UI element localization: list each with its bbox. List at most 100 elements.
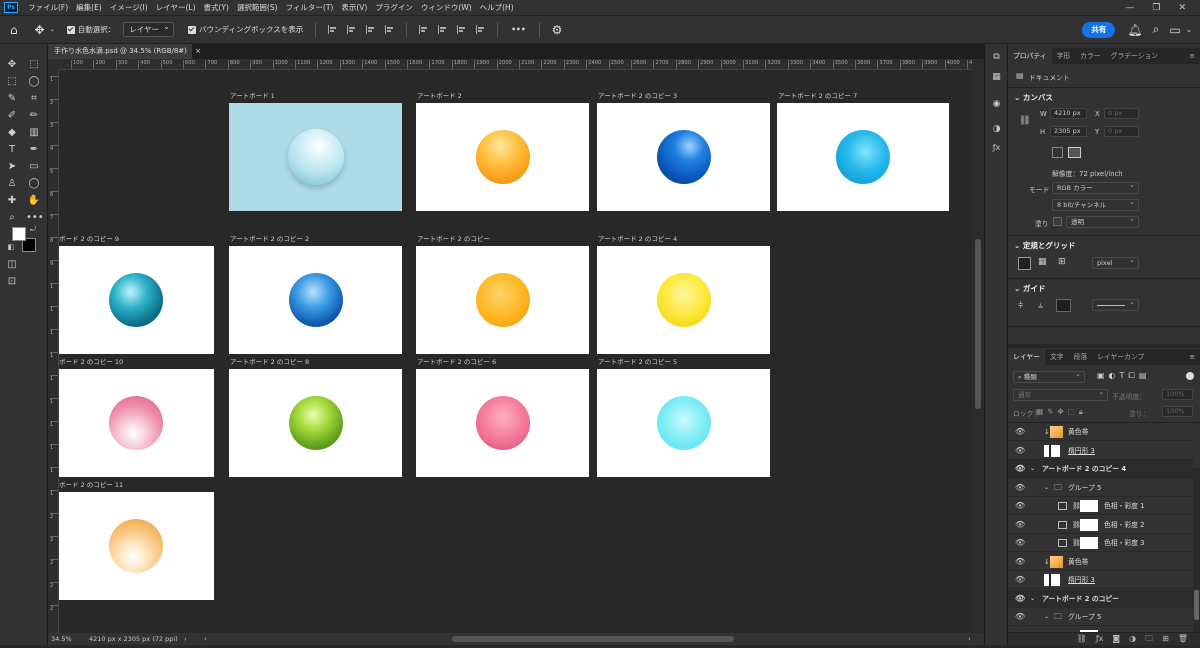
- rectangle-tool-icon[interactable]: ▭: [26, 160, 42, 174]
- scroll-left-icon[interactable]: ‹: [204, 633, 207, 645]
- status-menu-arrow-icon[interactable]: ›: [184, 633, 187, 645]
- ruler-toggle-icon[interactable]: [1018, 257, 1031, 270]
- move-tool-icon[interactable]: ✥: [4, 58, 20, 72]
- layer-row[interactable]: 👁︎ ⛓ 色相・彩度 3: [1008, 534, 1193, 552]
- artboard-label[interactable]: アートボード 2 のコピー 5: [598, 356, 677, 366]
- artboard[interactable]: [597, 246, 770, 354]
- menu-item-2[interactable]: イメージ(I): [106, 2, 152, 13]
- document-tab[interactable]: 手作り水色水滴.psd @ 34.5% (RGB/8#) ×: [48, 44, 201, 59]
- menu-item-5[interactable]: 選択範囲(S): [233, 2, 282, 13]
- default-colors-icon[interactable]: ◧: [6, 242, 16, 252]
- restore-button[interactable]: ❐: [1152, 3, 1160, 13]
- layers-panel-menu-icon[interactable]: ≡: [1184, 349, 1200, 365]
- artboard-label[interactable]: アートボード 2 のコピー 6: [417, 356, 496, 366]
- artboard[interactable]: [416, 246, 589, 354]
- tab-gradient[interactable]: グラデーション: [1106, 48, 1163, 64]
- visibility-eye-icon[interactable]: 👁︎: [1015, 516, 1025, 534]
- layer-mask-thumbnail[interactable]: [1080, 537, 1098, 549]
- tab-layer-comps[interactable]: レイヤーカンプ: [1092, 349, 1149, 365]
- artboard-label[interactable]: アートボード 2 のコピー 2: [230, 233, 309, 243]
- more-options-icon[interactable]: •••: [511, 25, 525, 34]
- link-icon[interactable]: ⛓: [1077, 633, 1087, 645]
- layer-filter-icons[interactable]: ▣◐T⧠▤: [1097, 371, 1150, 381]
- link-dimensions-icon[interactable]: ⛓: [1019, 116, 1030, 126]
- artboard-label[interactable]: ボード 2 のコピー 10: [59, 356, 123, 366]
- layer-row[interactable]: 👁︎ 楕円形 3: [1008, 571, 1193, 589]
- rulers-grids-section-title[interactable]: ⌄ 定規とグリッド: [1014, 240, 1075, 251]
- tab-color[interactable]: カラー: [1075, 48, 1105, 64]
- share-button[interactable]: 共有: [1082, 21, 1116, 38]
- visibility-eye-icon[interactable]: 👁︎: [1015, 423, 1025, 441]
- pen-tool-icon[interactable]: ✒: [26, 143, 42, 157]
- brush-tool-icon[interactable]: ✏: [26, 109, 42, 123]
- fx-styles-icon[interactable]: ƒx: [990, 143, 1003, 155]
- more-tools-icon[interactable]: •••: [26, 211, 44, 225]
- y-input[interactable]: 0 px: [1104, 126, 1139, 137]
- menu-item-3[interactable]: レイヤー(L): [152, 2, 200, 13]
- artboard-label[interactable]: ボード 2 のコピー 9: [59, 233, 119, 243]
- visibility-eye-icon[interactable]: 👁︎: [1015, 479, 1025, 497]
- menu-item-7[interactable]: 表示(V): [337, 2, 371, 13]
- menu-item-1[interactable]: 編集(E): [72, 2, 106, 13]
- artboard[interactable]: [597, 103, 770, 211]
- layer-row[interactable]: 👁︎ 楕円形 3: [1008, 442, 1193, 460]
- artboard[interactable]: [229, 369, 402, 477]
- bounding-box-checkbox[interactable]: [188, 25, 196, 34]
- artboard[interactable]: [229, 246, 402, 354]
- actions-icon[interactable]: ◉: [990, 99, 1003, 111]
- path-select-tool-icon[interactable]: ➤: [4, 160, 20, 174]
- expand-chevron-icon[interactable]: ⌄: [1044, 608, 1049, 626]
- mask-icon[interactable]: ◙: [1112, 633, 1120, 645]
- artboard-label[interactable]: アートボード 1: [230, 90, 275, 100]
- panel-menu-icon[interactable]: ≡: [1184, 48, 1200, 64]
- gradient-tool-icon[interactable]: ▥: [26, 126, 42, 140]
- tab-glyphs[interactable]: 字形: [1052, 48, 1076, 64]
- distribute-vertical-icon[interactable]: [476, 25, 485, 34]
- adjustments-icon[interactable]: ◑: [990, 124, 1003, 136]
- tab-paragraph[interactable]: 段落: [1069, 349, 1093, 365]
- fx-icon[interactable]: ƒx: [1096, 633, 1104, 645]
- auto-select-checkbox[interactable]: [66, 25, 75, 34]
- canvas-section-title[interactable]: ⌄ カンバス: [1014, 92, 1053, 103]
- artboard-label[interactable]: アートボード 2 のコピー: [417, 233, 490, 243]
- artboard-label[interactable]: アートボード 2 のコピー 4: [598, 233, 677, 243]
- layer-row[interactable]: 👁︎ ↓ 黄色帯: [1008, 423, 1193, 441]
- menu-item-4[interactable]: 書式(Y): [200, 2, 233, 13]
- visibility-eye-icon[interactable]: 👁︎: [1015, 497, 1025, 515]
- menu-item-0[interactable]: ファイル(F): [24, 2, 72, 13]
- workspace-icon[interactable]: ▭: [1169, 23, 1180, 37]
- zoom-tool-icon[interactable]: ⌕: [4, 211, 20, 225]
- artboard[interactable]: [597, 369, 770, 477]
- healing-tool-icon[interactable]: ✚: [4, 194, 20, 208]
- align-bottom-icon[interactable]: [457, 25, 466, 34]
- blend-mode-dropdown[interactable]: 通常: [1013, 387, 1108, 401]
- align-right-icon[interactable]: [366, 25, 375, 34]
- expand-chevron-icon[interactable]: ⌄: [1030, 590, 1035, 608]
- trash-icon[interactable]: 🗑︎: [1178, 633, 1188, 645]
- align-vcenter-icon[interactable]: [438, 25, 447, 34]
- artboard[interactable]: [777, 103, 949, 211]
- artboard-label[interactable]: アートボード 2 のコピー 8: [230, 356, 309, 366]
- tab-layers[interactable]: レイヤー: [1008, 349, 1045, 365]
- workspace-chevron-icon[interactable]: ⌄: [1186, 25, 1192, 34]
- notification-bell-icon[interactable]: 🔔︎: [1127, 23, 1142, 37]
- history-icon[interactable]: ⧉: [990, 52, 1003, 64]
- stamp-tool-icon[interactable]: ♙: [4, 177, 20, 191]
- visibility-eye-icon[interactable]: 👁︎: [1015, 442, 1025, 460]
- ruler-unit-dropdown[interactable]: pixel: [1092, 255, 1139, 269]
- menu-item-10[interactable]: ヘルプ(H): [476, 2, 518, 13]
- visibility-eye-icon[interactable]: 👁︎: [1015, 460, 1025, 478]
- close-window-button[interactable]: ✕: [1178, 3, 1186, 13]
- artboard-label[interactable]: アートボード 2 のコピー 3: [598, 90, 677, 100]
- guides-section-title[interactable]: ⌄ ガイド: [1014, 283, 1045, 294]
- visibility-eye-icon[interactable]: 👁︎: [1015, 553, 1025, 571]
- screen-mode-icon[interactable]: ⊡: [4, 275, 20, 289]
- artboard-label[interactable]: ボード 2 のコピー 11: [59, 479, 123, 489]
- layer-row[interactable]: 👁︎ ⌄ アートボード 2 のコピー: [1008, 589, 1193, 608]
- zoom-level[interactable]: 34.5%: [51, 633, 72, 645]
- layer-mask-thumbnail[interactable]: [1080, 500, 1098, 512]
- minimize-button[interactable]: —: [1125, 3, 1134, 13]
- swap-colors-icon[interactable]: ⤾: [28, 224, 38, 234]
- menu-item-9[interactable]: ウィンドウ(W): [417, 2, 476, 13]
- pixel-grid-icon[interactable]: ⊞: [1058, 257, 1066, 267]
